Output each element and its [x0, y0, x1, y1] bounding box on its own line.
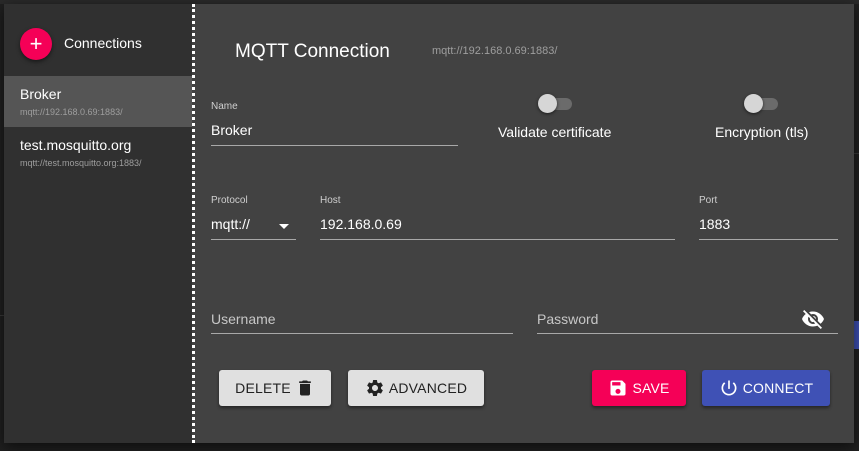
protocol-label: Protocol — [211, 195, 248, 206]
delete-button-label: DELETE — [235, 380, 291, 396]
connections-sidebar: + Connections Broker mqtt://192.168.0.69… — [4, 4, 192, 443]
connection-name: Broker — [20, 86, 62, 102]
advanced-button-label: ADVANCED — [388, 380, 468, 396]
connection-url: mqtt://192.168.0.69:1883/ — [20, 107, 123, 117]
name-underline — [211, 145, 458, 146]
port-underline — [699, 239, 838, 240]
connection-name: test.mosquitto.org — [20, 137, 132, 153]
name-input[interactable]: Broker — [211, 122, 252, 138]
page-title: MQTT Connection — [235, 41, 390, 62]
port-label: Port — [699, 195, 718, 206]
save-button[interactable]: SAVE — [592, 370, 686, 406]
username-underline — [211, 333, 513, 334]
name-label: Name — [211, 101, 238, 112]
connect-button[interactable]: CONNECT — [702, 370, 830, 406]
host-label: Host — [320, 195, 341, 206]
connection-item-test-mosquitto[interactable]: test.mosquitto.org mqtt://test.mosquitto… — [4, 127, 192, 178]
password-input[interactable]: Password — [537, 311, 598, 327]
delete-button[interactable]: DELETE — [219, 370, 331, 406]
gear-icon — [365, 378, 385, 398]
port-input[interactable]: 1883 — [699, 216, 730, 232]
caret-down-icon — [279, 224, 289, 229]
protocol-underline — [211, 239, 296, 240]
host-underline — [320, 239, 675, 240]
advanced-button[interactable]: ADVANCED — [348, 370, 484, 406]
password-underline — [537, 333, 838, 334]
validate-certificate-label: Validate certificate — [498, 124, 612, 140]
connect-button-label: CONNECT — [742, 380, 814, 396]
toggle-thumb — [744, 94, 763, 113]
connection-item-broker[interactable]: Broker mqtt://192.168.0.69:1883/ — [4, 76, 192, 127]
validate-certificate-toggle[interactable] — [538, 92, 574, 114]
connection-dialog: + Connections Broker mqtt://192.168.0.69… — [4, 4, 854, 443]
encryption-toggle[interactable] — [744, 92, 780, 114]
protocol-value: mqtt:// — [211, 216, 250, 232]
protocol-select[interactable]: mqtt:// — [211, 212, 296, 240]
backdrop-line — [854, 153, 859, 154]
sidebar-divider — [192, 4, 195, 443]
host-input[interactable]: 192.168.0.69 — [320, 216, 402, 232]
plus-icon: + — [29, 31, 43, 56]
connection-url-header: mqtt://192.168.0.69:1883/ — [432, 45, 558, 57]
encryption-label: Encryption (tls) — [715, 124, 809, 140]
save-button-label: SAVE — [632, 380, 670, 396]
power-icon — [719, 378, 739, 398]
connection-url: mqtt://test.mosquitto.org:1883/ — [20, 158, 142, 168]
trash-icon — [295, 378, 315, 398]
add-connection-button[interactable]: + — [20, 28, 52, 60]
sidebar-title: Connections — [64, 35, 142, 51]
floppy-disk-icon — [608, 378, 628, 398]
eye-off-icon[interactable] — [801, 307, 825, 331]
username-input[interactable]: Username — [211, 311, 276, 327]
toggle-thumb — [538, 94, 557, 113]
